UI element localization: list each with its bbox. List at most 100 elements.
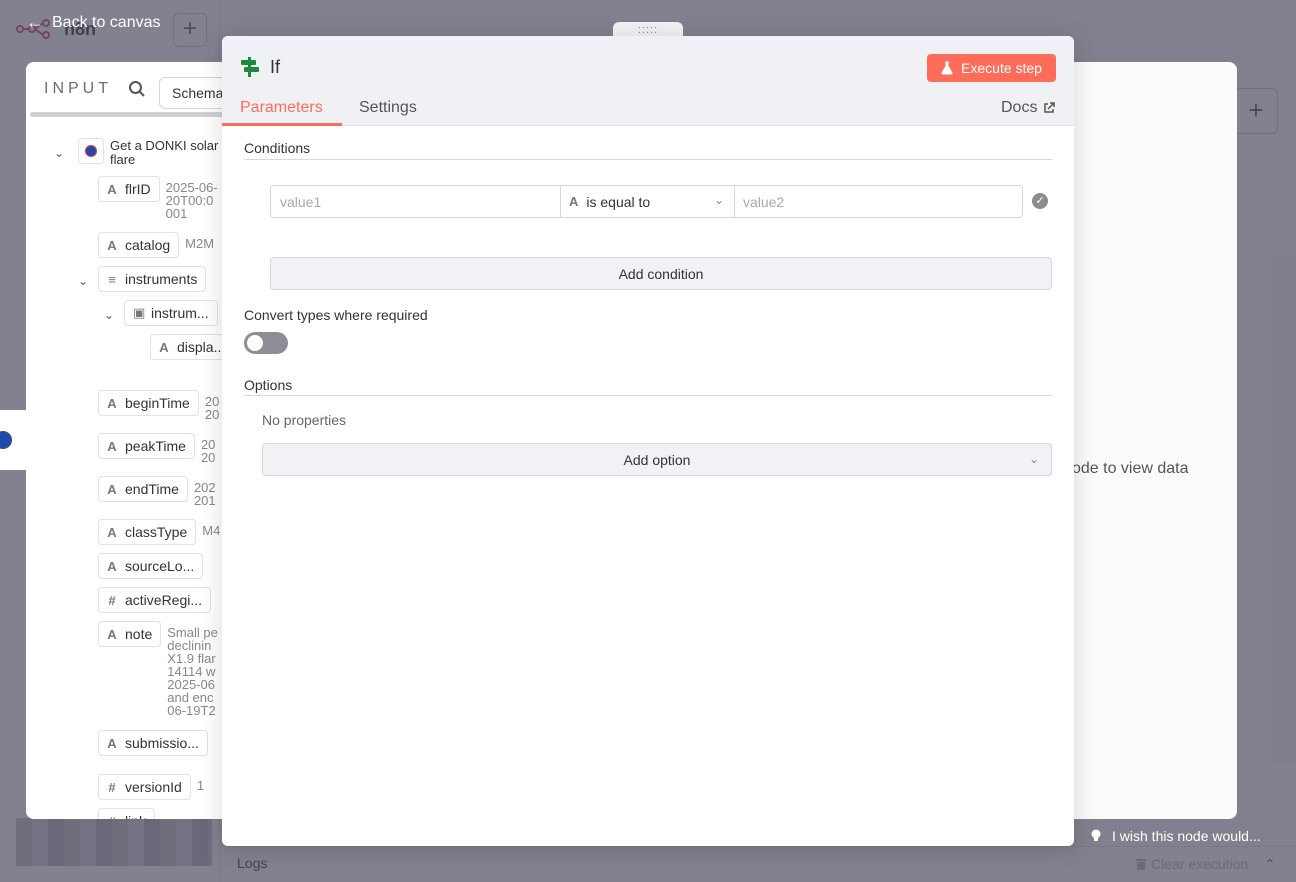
search-icon[interactable]: [128, 80, 146, 98]
string-type-icon: A: [107, 626, 117, 642]
node-title-text: If: [270, 56, 281, 77]
trash-icon: [1136, 859, 1146, 870]
field-name: instrum...: [151, 305, 209, 321]
field-row[interactable]: AclassType M4: [98, 519, 220, 545]
field-name: submissio...: [125, 735, 199, 751]
field-row[interactable]: AflrID 2025-06- 20T00:0 001: [98, 176, 218, 220]
flask-icon: [941, 61, 953, 75]
node-parameters-panel: If Execute step Parameters Settings Docs…: [222, 36, 1074, 846]
chevron-down-icon: ⌄: [1028, 452, 1039, 466]
divider: [244, 395, 1052, 396]
string-type-icon: A: [107, 481, 117, 497]
arrow-left-icon: ←: [26, 12, 44, 32]
value1-input[interactable]: [271, 186, 560, 217]
field-value: Small pe declinin X1.9 flar 14114 w 2025…: [167, 625, 218, 718]
external-link-icon: [1044, 102, 1056, 113]
execute-step-button[interactable]: Execute step: [927, 54, 1056, 82]
field-row[interactable]: # activeRegi...: [98, 587, 212, 613]
field-name: sourceLo...: [125, 558, 195, 574]
field-value: 202 201: [193, 480, 216, 508]
string-type-icon: A: [569, 194, 579, 209]
field-row[interactable]: Asubmissio...: [98, 730, 208, 756]
value2-input[interactable]: [735, 186, 1022, 217]
back-to-canvas-label: Back to canvas: [52, 13, 161, 31]
number-type-icon: #: [108, 779, 116, 795]
string-type-icon: A: [159, 339, 169, 355]
field-value: 1: [196, 778, 205, 793]
clear-execution-button[interactable]: Clear execution: [1135, 856, 1248, 872]
field-name: classType: [125, 524, 188, 540]
chevron-down-icon[interactable]: ⌄: [78, 274, 88, 288]
chevron-down-icon[interactable]: ⌄: [54, 146, 64, 160]
previous-node-button[interactable]: [0, 410, 30, 470]
field-value: M4: [202, 523, 221, 538]
docs-label: Docs: [1001, 99, 1038, 116]
execute-step-label: Execute step: [961, 60, 1042, 76]
field-row[interactable]: Anote Small pe declinin X1.9 flar 14114 …: [98, 621, 218, 717]
field-name: versionId: [125, 779, 182, 795]
clear-execution-label: Clear execution: [1151, 856, 1249, 872]
field-name: link: [125, 813, 146, 819]
add-condition-button[interactable]: Add condition: [270, 257, 1052, 290]
active-tab-indicator: [222, 123, 342, 126]
field-name: peakTime: [125, 438, 186, 454]
if-node-icon: [241, 57, 259, 77]
field-name: flrID: [125, 181, 151, 197]
feedback-label: I wish this node would...: [1112, 828, 1261, 844]
field-name: activeRegi...: [125, 592, 203, 608]
string-type-icon: A: [107, 735, 117, 751]
logs-label[interactable]: Logs: [237, 855, 267, 871]
convert-types-label: Convert types where required: [244, 307, 428, 323]
number-type-icon: #: [108, 592, 116, 608]
string-type-icon: A: [107, 524, 117, 540]
toggle-knob: [247, 335, 263, 351]
field-value: 20 20: [200, 437, 216, 465]
node-title: If: [240, 56, 280, 78]
field-name: instruments: [125, 271, 198, 287]
string-type-icon: A: [107, 558, 117, 574]
object-icon: ▣: [133, 305, 146, 320]
field-name: beginTime: [125, 395, 190, 411]
lightbulb-icon: [1091, 829, 1101, 841]
operator-select[interactable]: A is equal to ⌄: [560, 186, 735, 217]
string-type-icon: A: [107, 237, 117, 253]
field-row[interactable]: # link: [98, 808, 156, 819]
tree-node-root[interactable]: Get a DONKI solar flare: [78, 138, 220, 167]
field-row[interactable]: AbeginTime 20 20: [98, 390, 219, 421]
field-row[interactable]: AsourceLo...: [98, 553, 204, 579]
nasa-icon: [78, 138, 104, 164]
field-row[interactable]: ≡ instruments: [98, 266, 207, 292]
feedback-link[interactable]: I wish this node would...: [1090, 828, 1261, 844]
field-name: catalog: [125, 237, 171, 253]
field-name: endTime: [125, 481, 179, 497]
back-to-canvas-link[interactable]: ← Back to canvas: [26, 12, 161, 33]
chevron-up-icon[interactable]: ⌃: [1264, 856, 1276, 873]
field-name: note: [125, 626, 153, 642]
convert-types-toggle[interactable]: [244, 332, 288, 354]
conditions-label: Conditions: [244, 140, 311, 156]
field-row[interactable]: ▣ instrum...: [124, 300, 218, 326]
string-type-icon: A: [107, 181, 117, 197]
chevron-down-icon[interactable]: ⌄: [104, 308, 114, 322]
field-row[interactable]: Acatalog M2M: [98, 232, 214, 258]
string-type-icon: A: [107, 395, 117, 411]
output-hint: ode to view data: [1072, 460, 1189, 477]
tab-parameters[interactable]: Parameters: [240, 99, 323, 117]
input-panel: INPUT Schema ⌄ Get a DONKI solar flare A…: [26, 62, 239, 819]
field-row[interactable]: ApeakTime 20 20: [98, 433, 215, 464]
chevron-down-icon: ⌄: [713, 193, 724, 207]
string-type-icon: A: [107, 438, 117, 454]
docs-link[interactable]: Docs: [1001, 99, 1056, 117]
input-header: INPUT: [44, 80, 146, 98]
options-label: Options: [244, 377, 293, 393]
condition-row: A is equal to ⌄: [270, 185, 1023, 218]
field-row[interactable]: AendTime 202 201: [98, 476, 216, 507]
divider: [244, 159, 1052, 160]
no-properties-text: No properties: [262, 412, 347, 428]
tab-settings[interactable]: Settings: [359, 99, 417, 117]
field-row[interactable]: # versionId 1: [98, 774, 204, 800]
input-title: INPUT: [44, 80, 112, 97]
add-option-button[interactable]: Add option ⌄: [262, 443, 1052, 476]
horizontal-scrollbar[interactable]: [30, 112, 226, 117]
add-option-label: Add option: [623, 451, 691, 468]
